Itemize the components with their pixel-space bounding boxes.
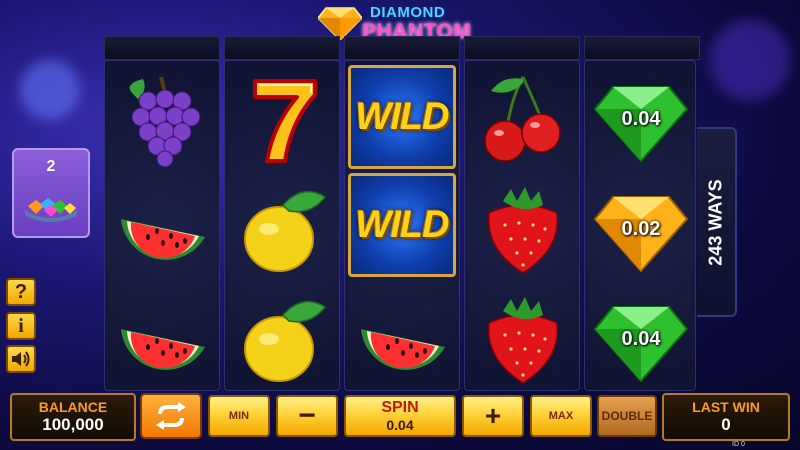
ways-label: 243 WAYS (705, 178, 726, 266)
reel-header (584, 36, 700, 60)
balance-value: 100,000 (42, 415, 104, 434)
watermelon-icon (361, 329, 445, 370)
max-bet-button[interactable]: MAX (530, 395, 592, 437)
session-id-text: ID 0 (732, 441, 745, 448)
watermelon-symbol (109, 287, 217, 391)
spin-button[interactable]: SPIN 0.04 (344, 395, 456, 437)
strawberry-symbol (469, 287, 577, 391)
grapes-symbol (109, 67, 217, 171)
cherry-symbol (469, 67, 577, 171)
double-button[interactable]: DOUBLE (597, 395, 657, 437)
green-diamond-symbol: 0.04 (587, 287, 695, 391)
info-button[interactable]: i (6, 312, 36, 340)
speaker-icon (12, 351, 30, 367)
green-diamond-symbol: 0.04 (587, 67, 695, 171)
spin-label: SPIN (381, 399, 419, 416)
help-button[interactable]: ? (6, 278, 36, 306)
bet-value: 0.04 (386, 417, 414, 433)
last-win-panel: LAST WIN 0 (662, 393, 790, 441)
reel-header (104, 36, 220, 60)
seven-icon (253, 79, 317, 163)
ways-indicator: 243 WAYS (697, 127, 737, 317)
bonus-count: 2 (46, 158, 56, 175)
reel-header (344, 36, 460, 60)
last-win-label: LAST WIN (692, 399, 760, 415)
lemon-symbol (229, 287, 337, 391)
sound-button[interactable] (6, 345, 36, 373)
reel-4 (464, 60, 580, 391)
strawberry-icon (487, 187, 559, 274)
balance-label: BALANCE (38, 399, 108, 415)
balance-panel: BALANCE 100,000 (10, 393, 136, 441)
increase-bet-button[interactable]: + (462, 395, 524, 437)
seven-symbol (229, 67, 337, 171)
diamond-value: 0.04 (621, 107, 661, 130)
info-icon: i (18, 314, 24, 337)
reel-2 (224, 60, 340, 391)
wild-label: WILD (355, 95, 449, 138)
watermelon-icon (121, 219, 205, 260)
gems-icon (24, 198, 78, 222)
help-icon: ? (14, 280, 28, 303)
wild-label: WILD (355, 203, 449, 246)
plus-icon: + (484, 400, 502, 431)
watermelon-icon (121, 329, 205, 370)
background-glow (20, 60, 80, 120)
strawberry-icon (487, 297, 559, 384)
lemon-icon (244, 300, 327, 382)
lemon-symbol (229, 177, 337, 281)
autoplay-button[interactable] (140, 393, 202, 439)
wild-symbol: WILD (348, 173, 456, 277)
double-label: DOUBLE (601, 409, 653, 423)
autoplay-icon (156, 402, 186, 430)
reel-1 (104, 60, 220, 391)
reel-header (224, 36, 340, 60)
wild-symbol: WILD (348, 65, 456, 169)
watermelon-symbol (109, 177, 217, 281)
bonus-counter: 2 (12, 148, 90, 238)
diamond-value: 0.02 (621, 217, 661, 240)
lemon-icon (244, 190, 327, 272)
reel-header (464, 36, 580, 60)
grapes-icon (129, 76, 201, 168)
min-bet-button[interactable]: MIN (208, 395, 270, 437)
min-label: MIN (228, 410, 250, 422)
background-glow (710, 20, 790, 100)
diamond-logo-icon (318, 7, 362, 40)
cherry-icon (484, 76, 561, 162)
logo-title-line1: DIAMOND (370, 4, 446, 21)
max-label: MAX (548, 410, 574, 422)
diamond-value: 0.04 (621, 327, 661, 350)
decrease-bet-button[interactable]: − (276, 395, 338, 437)
strawberry-symbol (469, 177, 577, 281)
watermelon-symbol (349, 287, 457, 391)
yellow-diamond-symbol: 0.02 (587, 177, 695, 281)
last-win-value: 0 (721, 415, 731, 434)
minus-icon: − (298, 399, 316, 432)
reel-5: 0.04 0.02 0.04 (584, 60, 696, 391)
reel-3: WILD WILD (344, 60, 460, 391)
